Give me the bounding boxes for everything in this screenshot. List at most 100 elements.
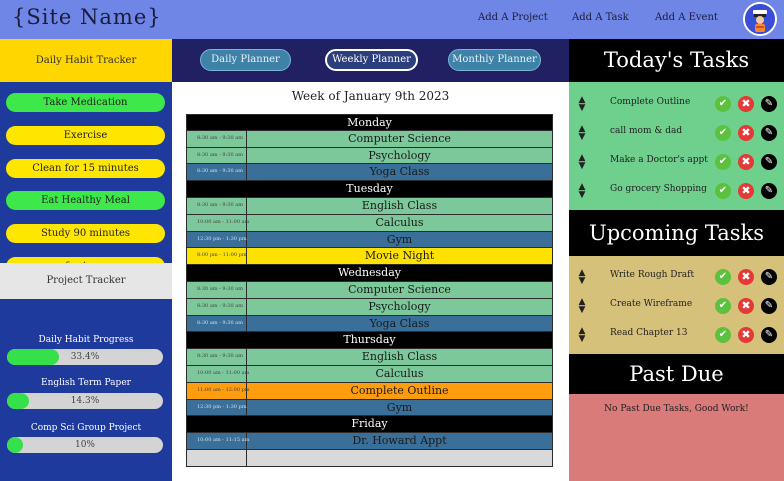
event-time: 10:00 am - 11:00 am [187, 365, 249, 382]
event-time: 8:30 am - 9:30 am [187, 281, 247, 298]
event-time: 12:30 pm - 1:30 pm [187, 231, 247, 248]
calendar-event[interactable]: 10:00 am - 11:00 am Calculus [186, 214, 553, 232]
calendar-event[interactable]: 8:30 am - 9:30 am Yoga Class [186, 315, 553, 333]
event-title: Computer Science [348, 131, 451, 145]
drag-handle-icon[interactable]: ▲ ▼ [576, 96, 588, 113]
project-label: English Term Paper [41, 378, 131, 388]
task-label: Write Rough Draft [610, 270, 695, 280]
calendar-event[interactable]: 10:00 am - 11:15 am Dr. Howard Appt [186, 433, 553, 450]
event-time: 8:30 am - 9:30 am [187, 130, 247, 147]
delete-x-icon[interactable]: ✖ [738, 96, 754, 112]
delete-x-icon[interactable]: ✖ [738, 183, 754, 199]
habit-clean[interactable]: Clean for 15 minutes [6, 159, 165, 178]
habit-tracker-title: Daily Habit Tracker [0, 39, 172, 82]
event-time: 8:00 pm - 11:00 pm [187, 248, 247, 265]
habit-study[interactable]: Study 90 minutes [6, 224, 165, 243]
calendar-event[interactable]: 8:30 am - 9:30 am Computer Science [186, 281, 553, 299]
complete-check-icon[interactable]: ✔ [715, 125, 731, 141]
event-time [187, 449, 247, 466]
delete-x-icon[interactable]: ✖ [738, 125, 754, 141]
calendar-event[interactable]: 8:00 pm - 11:00 pm Movie Night [186, 248, 553, 266]
day-header: Monday [186, 114, 553, 131]
event-time: 8:30 am - 9:30 am [187, 298, 247, 315]
add-task-link[interactable]: Add A Task [572, 12, 629, 23]
tab-weekly-planner[interactable]: Weekly Planner [325, 49, 418, 71]
complete-check-icon[interactable]: ✔ [715, 154, 731, 170]
task-label: Read Chapter 13 [610, 328, 688, 338]
progress-percent: 10% [74, 440, 95, 450]
event-time: 8:30 am - 9:30 am [187, 147, 247, 164]
calendar-event[interactable]: 8:30 am - 9:30 am English Class [186, 349, 553, 366]
event-time: 8:30 am - 9:30 am [187, 197, 247, 214]
event-title: Dr. Howard Appt [352, 434, 447, 448]
event-title: Complete Outline [350, 383, 449, 397]
delete-x-icon[interactable]: ✖ [738, 298, 754, 314]
calendar-event[interactable]: 8:30 am - 9:30 am Computer Science [186, 130, 553, 148]
calendar-event[interactable]: 10:00 am - 11:00 am Calculus [186, 365, 553, 383]
drag-handle-icon[interactable]: ▲ ▼ [576, 327, 588, 344]
tab-daily-planner[interactable]: Daily Planner [200, 49, 291, 71]
project-progress-bar: 10% [7, 437, 163, 453]
delete-x-icon[interactable]: ✖ [738, 269, 754, 285]
calendar-event[interactable]: 8:30 am - 9:30 am Psychology [186, 147, 553, 165]
complete-check-icon[interactable]: ✔ [715, 327, 731, 343]
progress-percent: 14.3% [70, 396, 100, 406]
edit-pencil-icon[interactable]: ✎ [761, 269, 777, 285]
task-row: ▲ ▼ Make a Doctor's appt ✔ ✖ ✎ [569, 152, 784, 172]
event-title: Gym [386, 232, 413, 246]
planner-tabs: Daily Planner Weekly Planner Monthly Pla… [172, 39, 569, 82]
edit-pencil-icon[interactable]: ✎ [761, 183, 777, 199]
day-header: Thursday [186, 332, 553, 350]
todays-tasks-title: Today's Tasks [569, 39, 784, 82]
project-progress-bar: 14.3% [7, 393, 163, 409]
drag-handle-icon[interactable]: ▲ ▼ [576, 154, 588, 171]
drag-handle-icon[interactable]: ▲ ▼ [576, 269, 588, 286]
day-header: Wednesday [186, 265, 553, 282]
complete-check-icon[interactable]: ✔ [715, 298, 731, 314]
delete-x-icon[interactable]: ✖ [738, 327, 754, 343]
edit-pencil-icon[interactable]: ✎ [761, 327, 777, 343]
task-label: Make a Doctor's appt [610, 155, 708, 165]
habit-exercise[interactable]: Exercise [6, 126, 165, 145]
calendar-event[interactable]: 11:00 am - 12:00 pm Complete Outline [186, 382, 553, 400]
drag-handle-icon[interactable]: ▲ ▼ [576, 298, 588, 315]
drag-handle-icon[interactable]: ▲ ▼ [576, 183, 588, 200]
event-time: 8:30 am - 9:30 am [187, 315, 247, 332]
event-title: Calculus [375, 215, 424, 229]
task-row: ▲ ▼ Read Chapter 13 ✔ ✖ ✎ [569, 325, 784, 345]
event-title: Movie Night [364, 249, 435, 263]
calendar-event[interactable]: 12:30 pm - 1:30 pm Gym [186, 399, 553, 417]
complete-check-icon[interactable]: ✔ [715, 96, 731, 112]
project-label: Daily Habit Progress [38, 335, 134, 345]
event-time: 10:00 am - 11:00 am [187, 214, 249, 231]
tab-monthly-planner[interactable]: Monthly Planner [448, 49, 541, 71]
edit-pencil-icon[interactable]: ✎ [761, 125, 777, 141]
calendar-event[interactable]: 8:30 am - 9:30 am Psychology [186, 298, 553, 316]
project-tracker-title: Project Tracker [0, 263, 172, 299]
calendar-event[interactable]: 8:30 am - 9:30 am English Class [186, 197, 553, 215]
calendar-event[interactable]: 12:30 pm - 1:30 pm Gym [186, 231, 553, 249]
edit-pencil-icon[interactable]: ✎ [761, 154, 777, 170]
site-header: {Site Name} Add A Project Add A Task Add… [0, 0, 784, 39]
edit-pencil-icon[interactable]: ✎ [761, 96, 777, 112]
past-due-message: No Past Due Tasks, Good Work! [604, 404, 749, 414]
add-project-link[interactable]: Add A Project [478, 12, 548, 23]
event-title: Yoga Class [369, 316, 430, 330]
habit-take-medication[interactable]: Take Medication [6, 93, 165, 112]
complete-check-icon[interactable]: ✔ [715, 269, 731, 285]
edit-pencil-icon[interactable]: ✎ [761, 298, 777, 314]
drag-handle-icon[interactable]: ▲ ▼ [576, 125, 588, 142]
habit-eat-healthy[interactable]: Eat Healthy Meal [6, 191, 165, 210]
calendar-event[interactable] [186, 449, 553, 467]
task-row: ▲ ▼ Write Rough Draft ✔ ✖ ✎ [569, 267, 784, 287]
calendar-event[interactable]: 8:30 am - 9:30 am Yoga Class [186, 164, 553, 182]
project-progress-bar: 33.4% [7, 349, 163, 365]
task-row: ▲ ▼ Create Wireframe ✔ ✖ ✎ [569, 296, 784, 316]
site-name[interactable]: {Site Name} [12, 5, 162, 29]
delete-x-icon[interactable]: ✖ [738, 154, 754, 170]
complete-check-icon[interactable]: ✔ [715, 183, 731, 199]
user-avatar[interactable] [743, 2, 777, 36]
add-event-link[interactable]: Add A Event [655, 12, 718, 23]
event-title: Yoga Class [369, 165, 430, 179]
avatar-illustration-icon [745, 4, 775, 34]
